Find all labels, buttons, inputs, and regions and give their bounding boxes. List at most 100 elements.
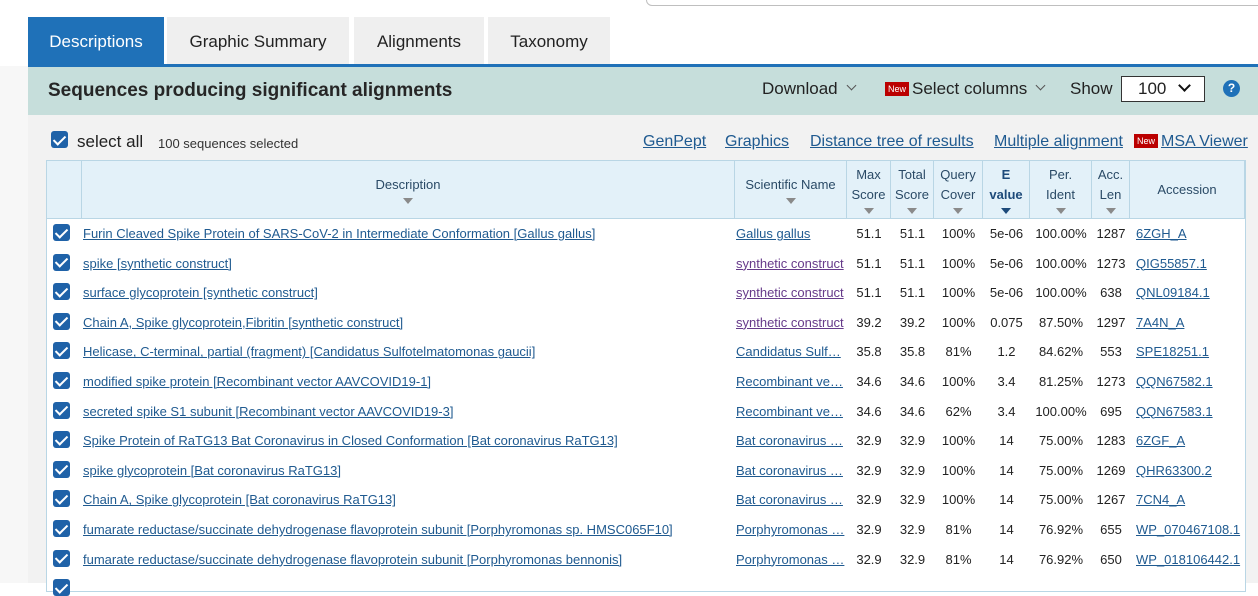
row-checkbox[interactable]	[53, 490, 70, 508]
cell-query-cover: 81%	[945, 344, 972, 360]
col-header-accession[interactable]: Accession	[1130, 161, 1245, 218]
scientific-name-link[interactable]: synthetic construct	[736, 256, 846, 271]
cell-total-score: 51.1	[899, 285, 926, 301]
accession-link[interactable]: QQN67583.1	[1136, 404, 1244, 419]
scientific-name-link[interactable]: synthetic construct	[736, 315, 846, 330]
accession-link[interactable]: 6ZGF_A	[1136, 433, 1244, 448]
accession-link[interactable]: 7A4N_A	[1136, 315, 1244, 330]
row-checkbox[interactable]	[53, 431, 70, 449]
col-header-description[interactable]: Description	[82, 161, 735, 218]
cell-total-score: 51.1	[899, 255, 926, 271]
col-header-acc-len[interactable]: Acc. Len	[1092, 161, 1130, 218]
col-header-per-ident[interactable]: Per. Ident	[1030, 161, 1092, 218]
description-link[interactable]: spike glycoprotein [Bat coronavirus RaTG…	[83, 463, 728, 478]
row-checkbox[interactable]	[53, 579, 70, 596]
table-row: modified spike protein [Recombinant vect…	[47, 367, 1245, 396]
description-link[interactable]: surface glycoprotein [synthetic construc…	[83, 285, 728, 300]
cell-acc-len: 638	[1100, 285, 1122, 301]
tab-descriptions[interactable]: Descriptions	[28, 17, 164, 66]
distance-tree-link[interactable]: Distance tree of results	[810, 133, 974, 151]
description-link[interactable]: fumarate reductase/succinate dehydrogena…	[83, 522, 728, 537]
scientific-name-link[interactable]: Porphyromonas …	[736, 522, 846, 537]
accession-link[interactable]: 7CN4_A	[1136, 492, 1244, 507]
accession-link[interactable]: QHR63300.2	[1136, 463, 1244, 478]
col-header-max-score[interactable]: Max Score	[847, 161, 891, 218]
accession-link[interactable]: QIG55857.1	[1136, 256, 1244, 271]
col-header-total-score[interactable]: Total Score	[891, 161, 934, 218]
accession-link[interactable]: WP_070467108.1	[1136, 522, 1244, 537]
cell-e-value: 14	[999, 462, 1014, 478]
cell-acc-len: 1287	[1096, 226, 1126, 241]
genpept-link[interactable]: GenPept	[643, 133, 706, 151]
row-checkbox[interactable]	[53, 549, 70, 567]
row-checkbox[interactable]	[53, 372, 70, 389]
col-header-e-value[interactable]: Evalue	[983, 161, 1030, 218]
description-link[interactable]: Chain A, Spike glycoprotein,Fibritin [sy…	[83, 315, 728, 330]
table-row: Helicase, C-terminal, partial (fragment)…	[47, 337, 1245, 366]
scientific-name-link[interactable]: Porphyromonas …	[736, 552, 846, 567]
accession-link[interactable]: SPE18251.1	[1136, 344, 1244, 359]
cell-per-ident: 100.00%	[1035, 403, 1087, 419]
help-icon[interactable]: ?	[1223, 80, 1240, 97]
accession-link[interactable]: QQN67582.1	[1136, 374, 1244, 389]
msa-viewer-link[interactable]: MSA Viewer	[1161, 133, 1248, 151]
scientific-name-link[interactable]: Recombinant ve…	[736, 374, 846, 389]
row-checkbox[interactable]	[53, 253, 70, 271]
multiple-alignment-link[interactable]: Multiple alignment	[994, 133, 1123, 151]
row-checkbox[interactable]	[53, 520, 70, 537]
results-table: Description Scientific Name Max Score Total S…	[46, 160, 1246, 596]
tab-alignments[interactable]: Alignments	[354, 17, 484, 66]
scientific-name-link[interactable]: Gallus gallus	[736, 226, 846, 241]
description-link[interactable]: spike [synthetic construct]	[83, 256, 728, 271]
tab-graphic-summary[interactable]: Graphic Summary	[167, 17, 349, 66]
scientific-name-link[interactable]: synthetic construct	[736, 285, 846, 300]
cell-query-cover: 100%	[941, 255, 976, 271]
cell-total-score: 51.1	[899, 226, 926, 241]
top-window-edge	[646, 0, 1258, 6]
col-header-checkbox	[47, 161, 82, 218]
col-header-scientific-name[interactable]: Scientific Name	[735, 161, 847, 218]
row-checkbox[interactable]	[53, 224, 70, 241]
cell-max-score: 32.9	[856, 433, 882, 449]
cell-query-cover: 100%	[941, 374, 976, 389]
row-checkbox[interactable]	[53, 283, 70, 301]
scientific-name-link[interactable]: Candidatus Sulf…	[736, 344, 846, 359]
tab-taxonomy[interactable]: Taxonomy	[488, 17, 610, 66]
scientific-name-link[interactable]: Bat coronavirus …	[736, 463, 846, 478]
cell-query-cover: 81%	[945, 551, 972, 567]
row-checkbox[interactable]	[53, 401, 70, 419]
row-checkbox[interactable]	[53, 342, 70, 360]
cell-e-value: 14	[999, 492, 1014, 508]
select-all-checkbox[interactable]	[51, 131, 68, 148]
row-checkbox[interactable]	[53, 312, 70, 330]
description-link[interactable]: Furin Cleaved Spike Protein of SARS-CoV-…	[83, 226, 728, 241]
description-link[interactable]: Chain A, Spike glycoprotein [Bat coronav…	[83, 492, 728, 507]
accession-link[interactable]: QNL09184.1	[1136, 285, 1244, 300]
col-header-query-cover[interactable]: Query Cover	[934, 161, 983, 218]
scientific-name-link[interactable]: Recombinant ve…	[736, 404, 846, 419]
cell-total-score: 32.9	[899, 433, 926, 449]
cell-e-value: 14	[999, 522, 1014, 537]
cell-query-cover: 100%	[941, 226, 976, 241]
description-link[interactable]: fumarate reductase/succinate dehydrogena…	[83, 552, 728, 567]
accession-link[interactable]: 6ZGH_A	[1136, 226, 1244, 241]
panel-title: Sequences producing significant alignmen…	[48, 80, 453, 101]
description-link[interactable]: Helicase, C-terminal, partial (fragment)…	[83, 344, 728, 359]
description-link[interactable]: secreted spike S1 subunit [Recombinant v…	[83, 404, 728, 419]
accession-link[interactable]: WP_018106442.1	[1136, 552, 1244, 567]
download-menu[interactable]: Download	[762, 79, 857, 99]
graphics-link[interactable]: Graphics	[725, 133, 789, 151]
chevron-down-icon	[1035, 80, 1046, 91]
select-columns-menu[interactable]: New Select columns	[885, 79, 1046, 99]
table-row: fumarate reductase/succinate dehydrogena…	[47, 515, 1245, 544]
scientific-name-link[interactable]: Bat coronavirus …	[736, 433, 846, 448]
description-link[interactable]: modified spike protein [Recombinant vect…	[83, 374, 728, 389]
select-all-label[interactable]: select all	[77, 132, 143, 152]
scientific-name-link[interactable]: Bat coronavirus …	[736, 492, 846, 507]
row-checkbox[interactable]	[53, 460, 70, 478]
cell-total-score: 34.6	[899, 374, 926, 389]
col-header-label: Query	[940, 167, 976, 182]
col-header-label: Accession	[1157, 181, 1217, 197]
description-link[interactable]: Spike Protein of RaTG13 Bat Coronavirus …	[83, 433, 728, 448]
show-count-select[interactable]: 100	[1121, 76, 1205, 102]
